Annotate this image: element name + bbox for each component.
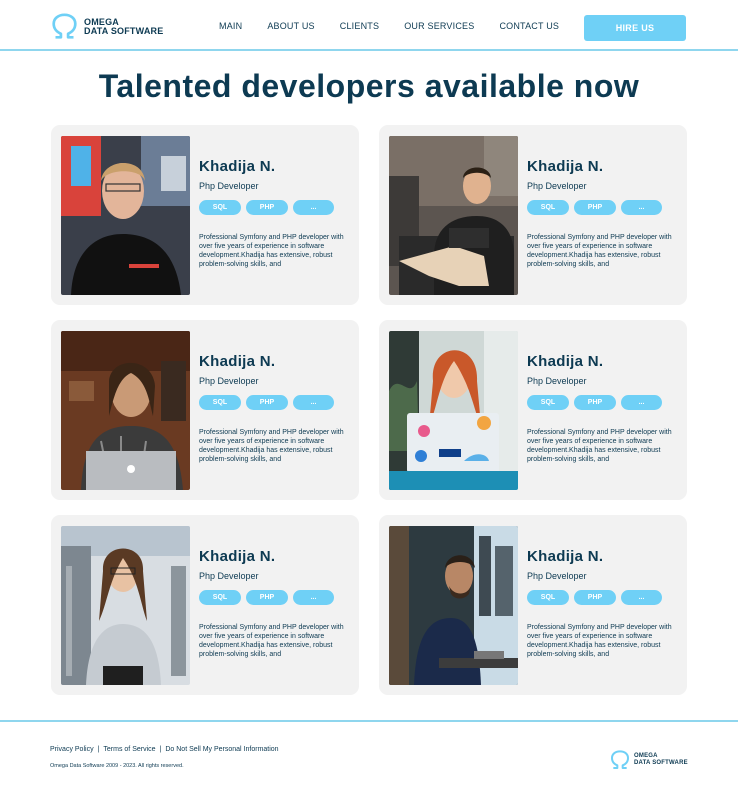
- skill-tag-more[interactable]: ...: [293, 200, 334, 215]
- developer-photo: [61, 331, 190, 490]
- site-header: OMEGA DATA SOFTWARE MAIN ABOUT US CLIENT…: [0, 0, 738, 51]
- developer-bio: Professional Symfony and PHP developer w…: [527, 429, 672, 463]
- privacy-policy-link[interactable]: Privacy Policy: [50, 746, 94, 753]
- skill-tag-more[interactable]: ...: [293, 395, 334, 410]
- terms-of-service-link[interactable]: Terms of Service: [103, 746, 155, 753]
- developer-role: Php Developer: [527, 376, 587, 386]
- developer-bio: Professional Symfony and PHP developer w…: [199, 624, 344, 658]
- skill-tag-sql[interactable]: SQL: [527, 395, 569, 410]
- nav-contact-us[interactable]: CONTACT US: [499, 21, 559, 31]
- skill-tag-sql[interactable]: SQL: [199, 200, 241, 215]
- skill-tag-sql[interactable]: SQL: [199, 590, 241, 605]
- brand-logo[interactable]: OMEGA DATA SOFTWARE: [51, 13, 163, 40]
- page-title: Talented developers available now: [98, 68, 640, 104]
- copyright-text: Omega Data Software 2009 - 2023. All rig…: [50, 763, 184, 769]
- skill-tags: SQL PHP ...: [527, 590, 667, 605]
- skill-tags: SQL PHP ...: [199, 590, 339, 605]
- skill-tag-sql[interactable]: SQL: [527, 200, 569, 215]
- nav-our-services[interactable]: OUR SERVICES: [404, 21, 474, 31]
- footer-divider: [0, 720, 738, 722]
- developer-card[interactable]: Khadija N. Php Developer SQL PHP ... Pro…: [51, 515, 359, 695]
- developer-bio: Professional Symfony and PHP developer w…: [199, 429, 344, 463]
- skill-tag-php[interactable]: PHP: [574, 590, 616, 605]
- skill-tag-more[interactable]: ...: [621, 395, 662, 410]
- developer-card[interactable]: Khadija N. Php Developer SQL PHP ... Pro…: [379, 515, 687, 695]
- developer-role: Php Developer: [199, 376, 259, 386]
- developer-name[interactable]: Khadija N.: [199, 353, 275, 370]
- skill-tags: SQL PHP ...: [199, 200, 339, 215]
- do-not-sell-link[interactable]: Do Not Sell My Personal Information: [165, 746, 278, 753]
- developer-photo: [61, 526, 190, 685]
- developer-photo: [389, 136, 518, 295]
- skill-tag-php[interactable]: PHP: [246, 590, 288, 605]
- developer-role: Php Developer: [199, 571, 259, 581]
- developer-role: Php Developer: [527, 181, 587, 191]
- developer-name[interactable]: Khadija N.: [527, 548, 603, 565]
- developer-bio: Professional Symfony and PHP developer w…: [527, 624, 672, 658]
- skill-tags: SQL PHP ...: [527, 200, 667, 215]
- developer-photo: [389, 526, 518, 685]
- developer-card[interactable]: Khadija N. Php Developer SQL PHP ... Pro…: [51, 320, 359, 500]
- brand-line-2: DATA SOFTWARE: [634, 760, 688, 766]
- hire-us-button[interactable]: HIRE US: [584, 15, 686, 41]
- developer-role: Php Developer: [527, 571, 587, 581]
- skill-tag-php[interactable]: PHP: [246, 200, 288, 215]
- developer-bio: Professional Symfony and PHP developer w…: [199, 234, 344, 268]
- skill-tag-more[interactable]: ...: [621, 200, 662, 215]
- footer-separator: |: [159, 746, 162, 753]
- developer-name[interactable]: Khadija N.: [199, 158, 275, 175]
- footer-brand-wordmark: OMEGA DATA SOFTWARE: [634, 753, 688, 767]
- skill-tag-php[interactable]: PHP: [246, 395, 288, 410]
- developer-name[interactable]: Khadija N.: [199, 548, 275, 565]
- developer-card[interactable]: Khadija N. Php Developer SQL PHP ... Pro…: [51, 125, 359, 305]
- brand-line-1: OMEGA: [634, 753, 658, 759]
- developer-photo: [61, 136, 190, 295]
- nav-main[interactable]: MAIN: [219, 21, 242, 31]
- skill-tag-php[interactable]: PHP: [574, 200, 616, 215]
- developer-name[interactable]: Khadija N.: [527, 158, 603, 175]
- nav-about-us[interactable]: ABOUT US: [267, 21, 314, 31]
- omega-logo-icon: [611, 750, 629, 769]
- skill-tags: SQL PHP ...: [527, 395, 667, 410]
- developer-card[interactable]: Khadija N. Php Developer SQL PHP ... Pro…: [379, 320, 687, 500]
- developer-name[interactable]: Khadija N.: [527, 353, 603, 370]
- skill-tag-sql[interactable]: SQL: [527, 590, 569, 605]
- brand-line-2: DATA SOFTWARE: [84, 25, 164, 36]
- developer-photo: [389, 331, 518, 490]
- nav-clients[interactable]: CLIENTS: [340, 21, 379, 31]
- brand-wordmark: OMEGA DATA SOFTWARE: [84, 17, 164, 36]
- footer-links: Privacy Policy | Terms of Service | Do N…: [50, 746, 279, 753]
- developer-card[interactable]: Khadija N. Php Developer SQL PHP ... Pro…: [379, 125, 687, 305]
- main-nav: MAIN ABOUT US CLIENTS OUR SERVICES CONTA…: [219, 21, 584, 31]
- developer-bio: Professional Symfony and PHP developer w…: [527, 234, 672, 268]
- skill-tag-sql[interactable]: SQL: [199, 395, 241, 410]
- footer-separator: |: [97, 746, 100, 753]
- skill-tag-php[interactable]: PHP: [574, 395, 616, 410]
- footer-logo[interactable]: OMEGA DATA SOFTWARE: [610, 750, 688, 770]
- skill-tag-more[interactable]: ...: [621, 590, 662, 605]
- skill-tag-more[interactable]: ...: [293, 590, 334, 605]
- developer-role: Php Developer: [199, 181, 259, 191]
- skill-tags: SQL PHP ...: [199, 395, 339, 410]
- omega-logo-icon: [52, 13, 77, 39]
